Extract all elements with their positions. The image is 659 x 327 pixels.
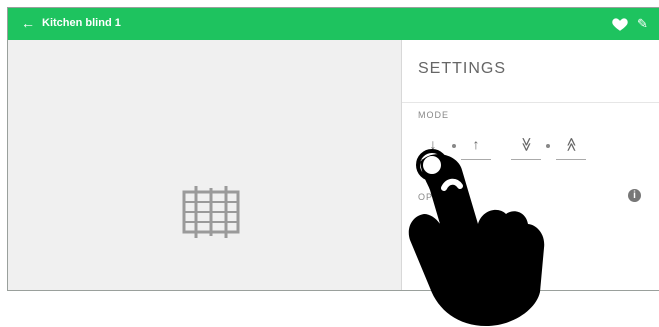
back-arrow-icon[interactable]: ←: [19, 14, 37, 32]
underline: [556, 159, 586, 160]
blind-icon: [182, 186, 240, 238]
app-window: ← Kitchen blind 1 ✎ SETTINGS MODE ↓ ↑ ≫ …: [7, 7, 659, 291]
settings-title: SETTINGS: [418, 60, 507, 77]
divider: [402, 102, 659, 103]
double-chevron-up-icon: ≪: [563, 137, 580, 152]
pencil-icon[interactable]: ✎: [637, 15, 653, 33]
info-icon[interactable]: i: [628, 189, 641, 202]
device-preview-panel: [8, 40, 402, 290]
heart-icon[interactable]: [611, 15, 629, 33]
mode-fast-up-button[interactable]: ≪: [556, 136, 586, 160]
mode-label: MODE: [418, 110, 449, 120]
header-bar: ← Kitchen blind 1 ✎: [8, 8, 659, 40]
page-title: Kitchen blind 1: [42, 17, 121, 29]
top-margin: [0, 0, 659, 7]
pointing-hand-icon: [408, 149, 545, 326]
